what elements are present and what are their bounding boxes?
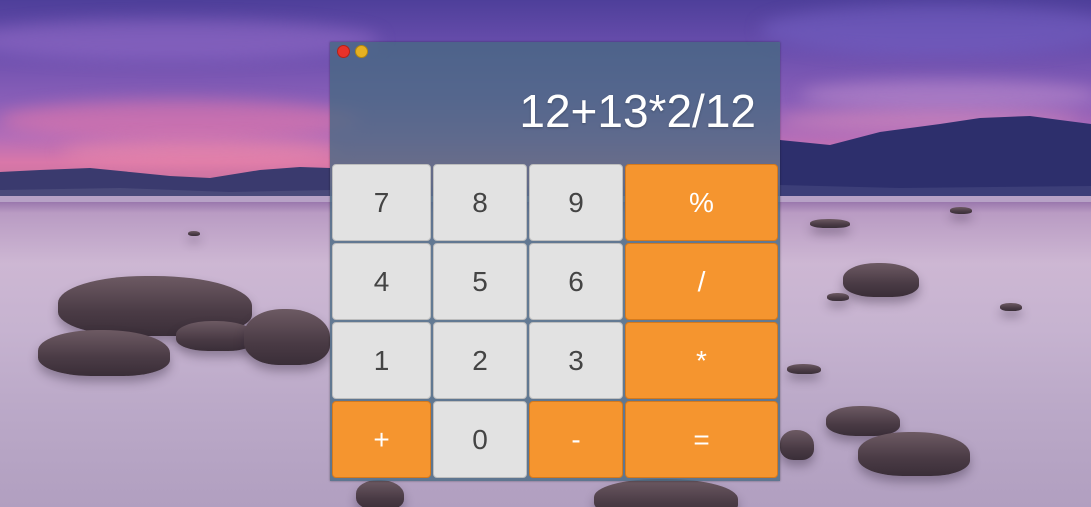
calculator-window: 12+13*2/12 7 8 9 % 4 5 6 / 1 2 3 * + 0 -… — [330, 42, 780, 481]
percent-button[interactable]: % — [625, 164, 778, 241]
rock — [188, 231, 200, 236]
desktop-wallpaper: 12+13*2/12 7 8 9 % 4 5 6 / 1 2 3 * + 0 -… — [0, 0, 1091, 507]
key-6[interactable]: 6 — [529, 243, 623, 320]
rock — [38, 330, 170, 376]
equals-button[interactable]: = — [625, 401, 778, 478]
rock — [827, 293, 849, 301]
divide-button[interactable]: / — [625, 243, 778, 320]
minimize-button[interactable] — [355, 45, 368, 58]
key-0[interactable]: 0 — [433, 401, 527, 478]
key-4[interactable]: 4 — [332, 243, 431, 320]
plus-button[interactable]: + — [332, 401, 431, 478]
key-9[interactable]: 9 — [529, 164, 623, 241]
multiply-button[interactable]: * — [625, 322, 778, 399]
rock — [810, 219, 850, 228]
rock — [858, 432, 970, 476]
key-1[interactable]: 1 — [332, 322, 431, 399]
rock — [826, 406, 900, 436]
key-3[interactable]: 3 — [529, 322, 623, 399]
key-7[interactable]: 7 — [332, 164, 431, 241]
close-button[interactable] — [337, 45, 350, 58]
calculator-display: 12+13*2/12 — [519, 85, 756, 137]
key-8[interactable]: 8 — [433, 164, 527, 241]
rock — [356, 480, 404, 507]
key-2[interactable]: 2 — [433, 322, 527, 399]
rock — [780, 430, 814, 460]
key-5[interactable]: 5 — [433, 243, 527, 320]
rock — [1000, 303, 1022, 311]
rock — [244, 309, 330, 365]
minus-button[interactable]: - — [529, 401, 623, 478]
rock — [787, 364, 821, 374]
rock — [843, 263, 919, 297]
rock — [950, 207, 972, 214]
